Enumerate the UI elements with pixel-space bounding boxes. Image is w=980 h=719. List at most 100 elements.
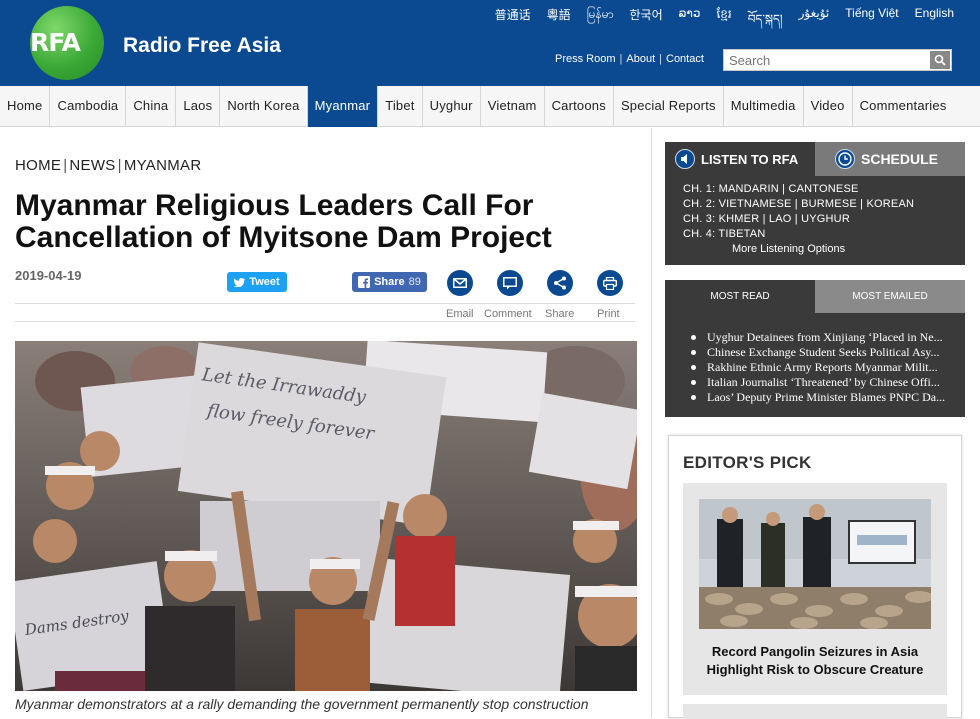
list-item[interactable]: Chinese Exchange Student Seeks Political… bbox=[691, 345, 963, 360]
lang-uyghur[interactable]: ئۇيغۇر bbox=[791, 6, 838, 40]
contact-link[interactable]: Contact bbox=[666, 53, 704, 65]
article-date: 2019-04-19 bbox=[15, 268, 82, 283]
lang-burmese[interactable]: မြန်မာ bbox=[579, 6, 622, 40]
search-box bbox=[723, 49, 952, 71]
nav-video[interactable]: Video bbox=[804, 86, 853, 127]
protest-photo-illustration: Let the Irrawaddy flow freely forever Da… bbox=[15, 341, 637, 691]
share-label: Share bbox=[374, 276, 405, 288]
share-icon bbox=[554, 276, 566, 290]
print-button[interactable] bbox=[597, 270, 623, 296]
utility-links: Press Room | About | Contact bbox=[555, 53, 704, 65]
nav-uyghur[interactable]: Uyghur bbox=[423, 86, 481, 127]
comment-icon bbox=[503, 276, 517, 289]
article-title: Myanmar Religious Leaders Call For Cance… bbox=[15, 189, 552, 254]
nav-north-korea[interactable]: North Korea bbox=[220, 86, 308, 127]
editors-pick: EDITOR'S PICK Record Pangolin Seizures i… bbox=[668, 435, 962, 719]
nav-commentaries[interactable]: Commentaries bbox=[853, 86, 954, 127]
share-divider bbox=[15, 303, 635, 304]
pangolin-photo-illustration bbox=[699, 499, 931, 629]
search-input[interactable] bbox=[724, 50, 929, 70]
search-button[interactable] bbox=[930, 51, 950, 69]
breadcrumb-home[interactable]: HOME bbox=[15, 157, 61, 174]
share-count: 89 bbox=[408, 276, 421, 288]
about-link[interactable]: About bbox=[626, 53, 655, 65]
lang-korean[interactable]: 한국어 bbox=[622, 6, 671, 40]
lang-cantonese[interactable]: 粵語 bbox=[539, 6, 579, 40]
breadcrumb-myanmar[interactable]: MYANMAR bbox=[124, 157, 202, 174]
nav-vietnam[interactable]: Vietnam bbox=[481, 86, 545, 127]
editors-pick-next-card bbox=[683, 704, 947, 719]
nav-home[interactable]: Home bbox=[0, 86, 51, 127]
list-item[interactable]: Italian Journalist ‘Threatened’ by Chine… bbox=[691, 375, 963, 390]
facebook-icon bbox=[358, 276, 371, 288]
nav-myanmar[interactable]: Myanmar bbox=[307, 86, 379, 127]
site-header: RFA Radio Free Asia 普通话 粵語 မြန်မာ 한국어 ລາ… bbox=[0, 0, 980, 86]
column-divider bbox=[651, 128, 652, 718]
lang-english[interactable]: English bbox=[907, 6, 962, 40]
editors-pick-headline[interactable]: Record Pangolin Seizures in Asia Highlig… bbox=[683, 643, 947, 679]
speaker-icon bbox=[675, 149, 695, 169]
clock-icon bbox=[835, 149, 855, 169]
list-item[interactable]: Laos’ Deputy Prime Minister Blames PNPC … bbox=[691, 390, 963, 405]
most-read-list: Uyghur Detainees from Xinjiang ‘Placed i… bbox=[691, 330, 963, 405]
nav-multimedia[interactable]: Multimedia bbox=[724, 86, 804, 127]
channel-2[interactable]: CH. 2: VIETNAMESE | BURMESE | KOREAN bbox=[683, 197, 914, 212]
link-separator: | bbox=[659, 53, 662, 65]
tweet-button[interactable]: Tweet bbox=[227, 272, 287, 292]
twitter-bird-icon bbox=[234, 277, 246, 287]
printer-icon bbox=[603, 276, 617, 290]
breadcrumb: HOME | NEWS | MYANMAR bbox=[15, 157, 201, 174]
channel-list: CH. 1: MANDARIN | CANTONESE CH. 2: VIETN… bbox=[683, 182, 914, 242]
link-separator: | bbox=[619, 53, 623, 65]
listen-label: LISTEN TO RFA bbox=[701, 151, 799, 167]
press-room-link[interactable]: Press Room bbox=[555, 53, 616, 65]
print-label[interactable]: Print bbox=[597, 308, 620, 320]
channel-1[interactable]: CH. 1: MANDARIN | CANTONESE bbox=[683, 182, 914, 197]
channel-3[interactable]: CH. 3: KHMER | LAO | UYGHUR bbox=[683, 212, 914, 227]
schedule-tab[interactable]: SCHEDULE bbox=[815, 142, 965, 176]
editors-pick-card[interactable]: Record Pangolin Seizures in Asia Highlig… bbox=[683, 483, 947, 695]
editors-pick-title: EDITOR'S PICK bbox=[683, 453, 812, 472]
facebook-share-button[interactable]: Share 89 bbox=[352, 272, 427, 292]
nav-china[interactable]: China bbox=[126, 86, 177, 127]
breadcrumb-news[interactable]: NEWS bbox=[69, 157, 115, 174]
lang-khmer[interactable]: ខ្មែរ bbox=[708, 6, 739, 40]
search-icon bbox=[934, 54, 946, 66]
lang-mandarin[interactable]: 普通话 bbox=[487, 6, 539, 40]
share-tool-label[interactable]: Share bbox=[545, 308, 574, 320]
lang-lao[interactable]: ລາວ bbox=[671, 6, 709, 40]
listen-tab[interactable]: LISTEN TO RFA bbox=[665, 142, 815, 176]
site-name[interactable]: Radio Free Asia bbox=[123, 34, 281, 58]
tab-most-read[interactable]: MOST READ bbox=[665, 280, 815, 313]
language-links: 普通话 粵語 မြန်မာ 한국어 ລາວ ខ្មែរ བོད་སྐད། ئۇي… bbox=[487, 6, 962, 40]
photo-caption: Myanmar demonstrators at a rally demandi… bbox=[15, 696, 589, 712]
lang-vietnamese[interactable]: Tiếng Việt bbox=[837, 6, 906, 40]
most-read-box: MOST READ MOST EMAILED Uyghur Detainees … bbox=[665, 280, 965, 417]
email-label[interactable]: Email bbox=[446, 308, 474, 320]
editors-pick-image[interactable] bbox=[699, 499, 931, 629]
listen-box: LISTEN TO RFA SCHEDULE CH. 1: MANDARIN |… bbox=[665, 142, 965, 265]
tweet-label: Tweet bbox=[249, 276, 280, 288]
logo-text[interactable]: RFA bbox=[30, 28, 90, 57]
comment-label[interactable]: Comment bbox=[484, 308, 532, 320]
nav-special-reports[interactable]: Special Reports bbox=[614, 86, 724, 127]
list-item[interactable]: Uyghur Detainees from Xinjiang ‘Placed i… bbox=[691, 330, 963, 345]
envelope-icon bbox=[453, 278, 467, 288]
tools-divider bbox=[15, 321, 635, 322]
nav-tibet[interactable]: Tibet bbox=[378, 86, 423, 127]
schedule-label: SCHEDULE bbox=[861, 151, 939, 167]
main-nav: Home Cambodia China Laos North Korea Mya… bbox=[0, 86, 980, 127]
breadcrumb-separator: | bbox=[117, 157, 122, 174]
lang-tibetan[interactable]: བོད་སྐད། bbox=[740, 6, 791, 40]
article-photo: Let the Irrawaddy flow freely forever Da… bbox=[15, 341, 637, 691]
comment-button[interactable] bbox=[497, 270, 523, 296]
more-listening-link[interactable]: More Listening Options bbox=[732, 243, 845, 255]
tab-most-emailed[interactable]: MOST EMAILED bbox=[815, 280, 965, 313]
channel-4[interactable]: CH. 4: TIBETAN bbox=[683, 227, 914, 242]
list-item[interactable]: Rakhine Ethnic Army Reports Myanmar Mili… bbox=[691, 360, 963, 375]
nav-cambodia[interactable]: Cambodia bbox=[50, 86, 127, 127]
nav-laos[interactable]: Laos bbox=[176, 86, 221, 127]
share-button[interactable] bbox=[547, 270, 573, 296]
email-button[interactable] bbox=[447, 270, 473, 296]
nav-cartoons[interactable]: Cartoons bbox=[545, 86, 614, 127]
